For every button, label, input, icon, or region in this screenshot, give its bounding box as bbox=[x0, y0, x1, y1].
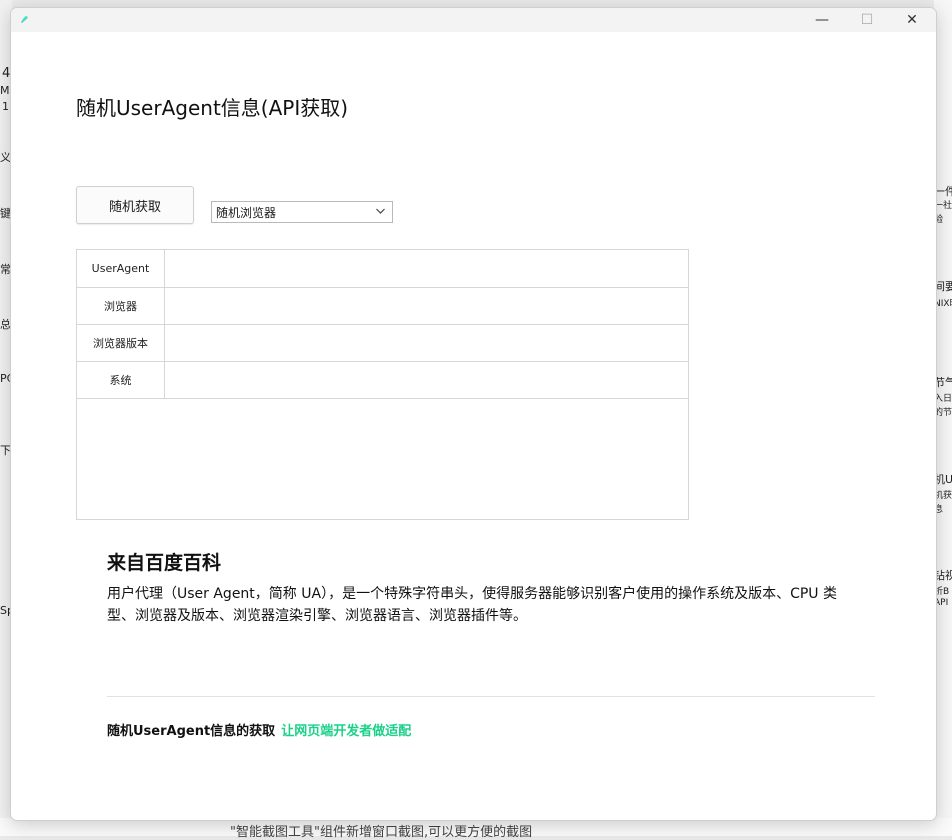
bg-text: 1 bbox=[2, 100, 9, 113]
row-label: 系统 bbox=[77, 361, 165, 398]
ua-info-table: UserAgent 浏览器 浏览器版本 系统 bbox=[76, 249, 689, 520]
page-title: 随机UserAgent信息(API获取) bbox=[76, 96, 349, 120]
app-window: — ☐ ✕ 随机UserAgent信息(API获取) 随机获取 随机浏览器 Us… bbox=[10, 7, 937, 821]
row-label: 浏览器版本 bbox=[77, 324, 165, 361]
bg-text: "智能截图工具"组件新增窗口截图,可以更方便的截图 bbox=[230, 825, 533, 840]
maximize-button[interactable]: ☐ bbox=[844, 8, 890, 32]
close-button[interactable]: ✕ bbox=[889, 8, 935, 32]
divider bbox=[107, 696, 875, 697]
app-icon bbox=[21, 16, 28, 23]
chevron-down-icon bbox=[375, 204, 386, 221]
about-title: 来自百度百科 bbox=[107, 552, 222, 574]
footer-accent: 让网页端开发者做适配 bbox=[281, 724, 412, 739]
browser-select-value: 随机浏览器 bbox=[216, 205, 277, 220]
row-value[interactable] bbox=[165, 287, 688, 324]
table-row: 系统 bbox=[77, 361, 688, 399]
title-bar[interactable]: — ☐ ✕ bbox=[11, 8, 936, 32]
row-label: UserAgent bbox=[77, 250, 165, 287]
row-value[interactable] bbox=[165, 324, 688, 361]
random-fetch-button[interactable]: 随机获取 bbox=[76, 186, 194, 224]
footer: 随机UserAgent信息的获取 让网页端开发者做适配 bbox=[107, 720, 411, 739]
table-row: UserAgent bbox=[77, 250, 688, 288]
minimize-button[interactable]: — bbox=[799, 8, 845, 32]
table-row: 浏览器 bbox=[77, 287, 688, 325]
browser-select[interactable]: 随机浏览器 bbox=[211, 201, 393, 223]
table-row: 浏览器版本 bbox=[77, 324, 688, 362]
row-value[interactable] bbox=[165, 250, 688, 287]
row-value[interactable] bbox=[165, 361, 688, 398]
footer-text: 随机UserAgent信息的获取 bbox=[107, 724, 276, 739]
row-label: 浏览器 bbox=[77, 287, 165, 324]
about-body: 用户代理（User Agent，简称 UA），是一个特殊字符串头，使得服务器能够… bbox=[107, 586, 837, 624]
